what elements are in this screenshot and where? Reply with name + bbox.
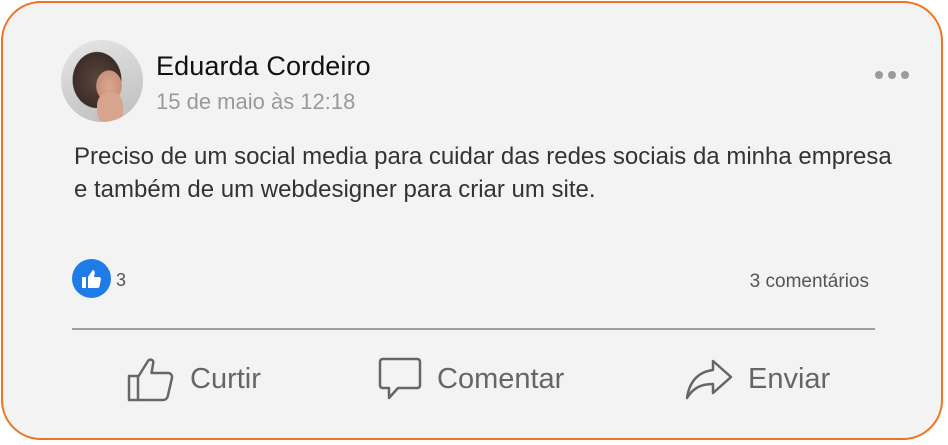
like-count[interactable]: 3 bbox=[116, 270, 126, 291]
divider bbox=[72, 328, 875, 330]
comments-count[interactable]: 3 comentários bbox=[750, 271, 869, 293]
more-options-button[interactable] bbox=[875, 69, 909, 81]
share-arrow-icon bbox=[685, 359, 733, 400]
like-button[interactable]: Curtir bbox=[126, 352, 261, 406]
share-button[interactable]: Enviar bbox=[684, 352, 830, 406]
post-timestamp[interactable]: 15 de maio às 12:18 bbox=[156, 89, 355, 115]
post-text: Preciso de um social media para cuidar d… bbox=[74, 143, 892, 203]
more-horizontal-icon bbox=[901, 71, 909, 79]
like-button-label: Curtir bbox=[190, 362, 261, 395]
more-horizontal-icon bbox=[875, 71, 883, 79]
thumbs-up-icon[interactable] bbox=[72, 259, 111, 298]
comment-button-label: Comentar bbox=[437, 362, 565, 395]
thumbs-up-outline-icon bbox=[127, 358, 174, 402]
more-horizontal-icon bbox=[888, 71, 896, 79]
avatar[interactable] bbox=[61, 40, 143, 122]
post-card: Eduarda Cordeiro 15 de maio às 12:18 Pre… bbox=[1, 1, 943, 440]
speech-bubble-icon bbox=[378, 357, 422, 400]
comment-button[interactable]: Comentar bbox=[377, 352, 564, 406]
share-button-label: Enviar bbox=[748, 362, 831, 395]
author-name[interactable]: Eduarda Cordeiro bbox=[156, 51, 371, 82]
